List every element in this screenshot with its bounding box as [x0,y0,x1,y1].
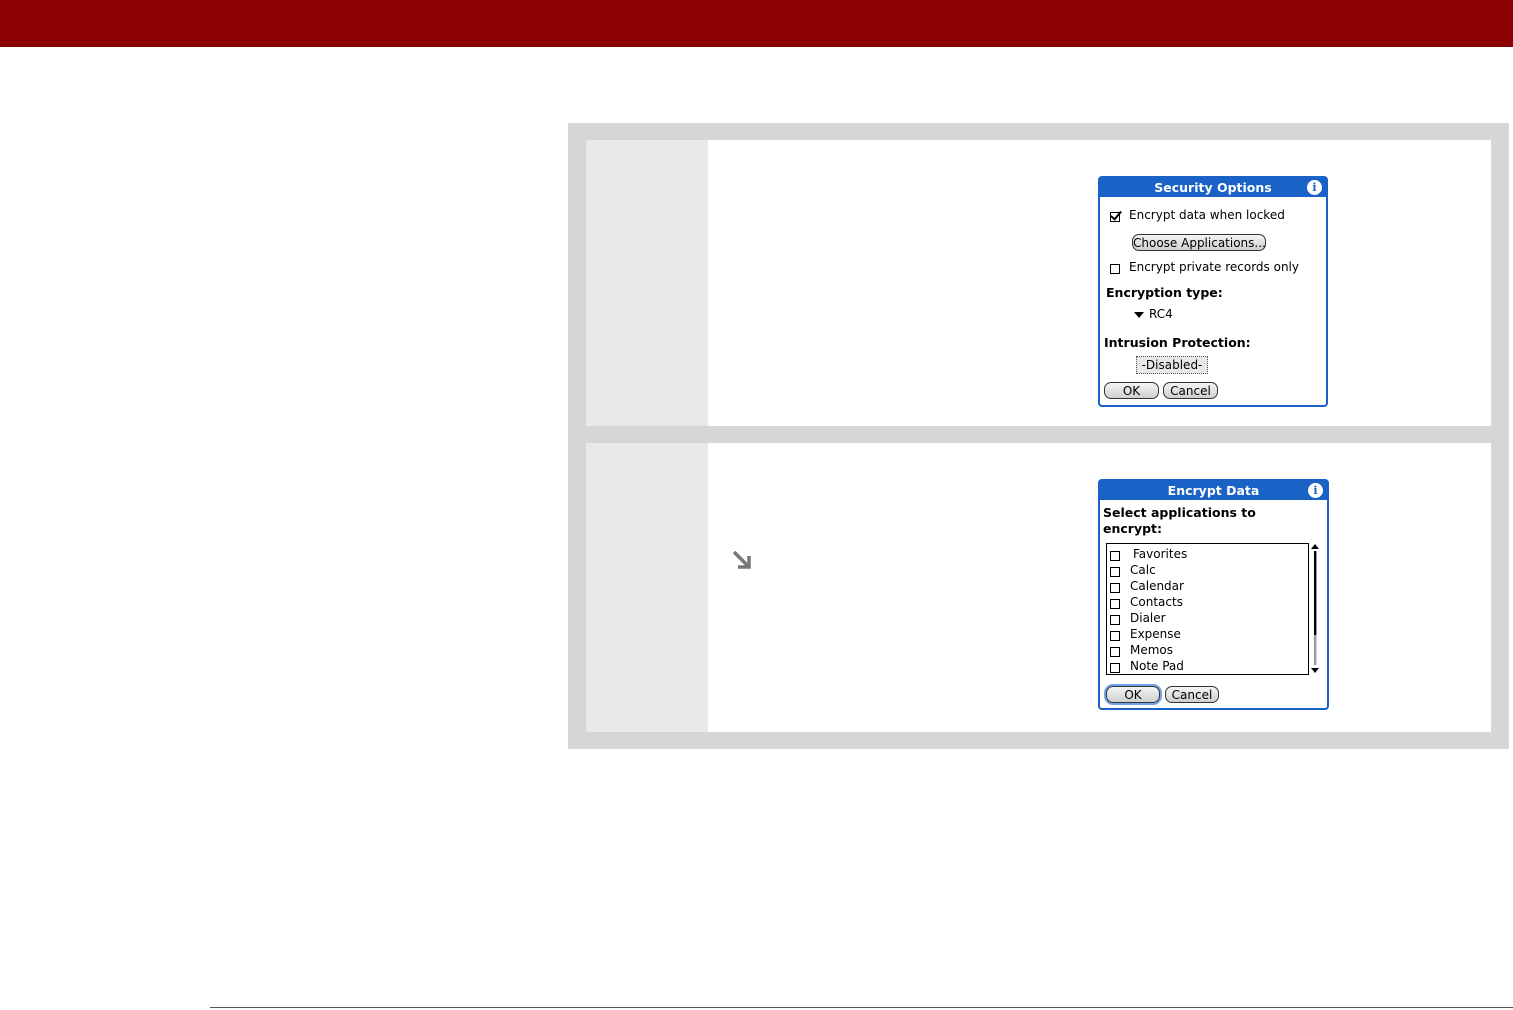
arrow-down-right-icon [732,550,751,569]
step-number-column [586,443,708,732]
app-checkbox[interactable] [1110,631,1120,641]
app-checkbox[interactable] [1110,567,1120,577]
app-list-item[interactable]: Memos [1130,643,1173,657]
encryption-type-label: Encryption type: [1106,285,1223,300]
choose-applications-button[interactable]: Choose Applications... [1132,234,1266,251]
intrusion-protection-value[interactable]: -Disabled- [1136,356,1208,374]
scroll-down-arrow-icon [1311,668,1319,673]
ok-button[interactable]: OK [1104,382,1159,399]
app-checkbox[interactable] [1110,599,1120,609]
app-checkbox[interactable] [1110,583,1120,593]
prompt-line-2: encrypt: [1103,521,1163,536]
encrypt-when-locked-checkbox[interactable] [1110,212,1120,222]
cancel-button[interactable]: Cancel [1165,686,1219,703]
dialog-title: Security Options [1100,178,1326,197]
encrypt-private-label: Encrypt private records only [1129,260,1299,274]
footer-rule [210,1007,1513,1008]
dialog-title: Encrypt Data [1100,481,1327,500]
cancel-button[interactable]: Cancel [1163,382,1218,399]
security-options-dialog: Security Options i Encrypt data when loc… [1098,176,1328,407]
scroll-up-arrow-icon [1311,544,1319,549]
app-list-item[interactable]: Calc [1130,563,1156,577]
app-checkbox[interactable] [1110,615,1120,625]
steps-panel: Security Options i Encrypt data when loc… [568,123,1509,749]
scroll-track [1314,635,1317,665]
info-icon[interactable]: i [1307,180,1322,195]
encrypt-data-dialog: Encrypt Data i Select applications to en… [1098,479,1329,710]
step-2: Encrypt Data i Select applications to en… [586,443,1491,732]
app-list-item[interactable]: Favorites [1133,547,1187,561]
encryption-type-value[interactable]: RC4 [1149,307,1173,321]
info-icon[interactable]: i [1308,483,1323,498]
app-list-item[interactable]: Dialer [1130,611,1166,625]
app-list-item[interactable]: Calendar [1130,579,1184,593]
prompt-line-1: Select applications to [1103,505,1256,520]
step-1: Security Options i Encrypt data when loc… [586,140,1491,426]
scrollbar-graphic [1311,544,1319,673]
dropdown-triangle-icon[interactable] [1134,312,1144,318]
app-checkbox[interactable] [1110,551,1120,561]
encrypt-private-checkbox[interactable] [1110,264,1120,274]
app-checkbox[interactable] [1110,647,1120,657]
app-list-item[interactable]: Contacts [1130,595,1183,609]
step-number-column [586,140,708,426]
scroll-thumb [1314,551,1317,635]
app-list-item[interactable]: Note Pad [1130,659,1184,673]
ok-button[interactable]: OK [1106,686,1160,703]
applications-list: Favorites Calc Calendar Contacts Dialer Expen… [1106,543,1309,675]
scrollbar[interactable] [1311,543,1319,675]
app-list-item[interactable]: Expense [1130,627,1181,641]
intrusion-protection-label: Intrusion Protection: [1104,335,1251,350]
header-bar [0,0,1513,47]
app-checkbox[interactable] [1110,663,1120,673]
encrypt-when-locked-label: Encrypt data when locked [1129,208,1285,222]
